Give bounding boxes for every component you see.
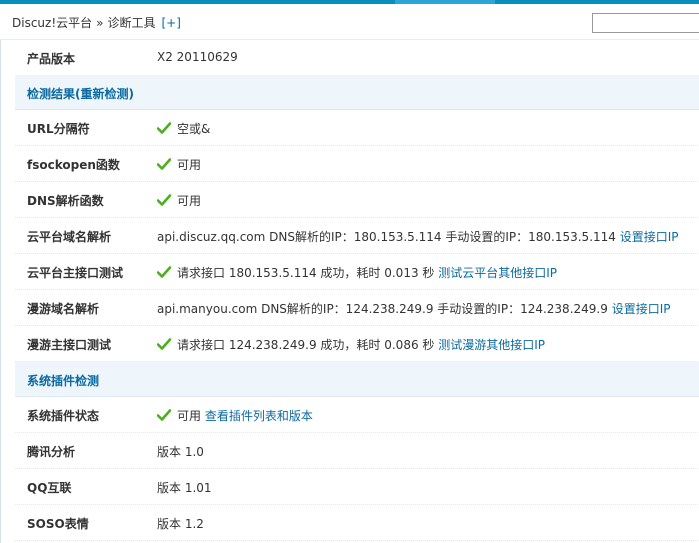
check-icon bbox=[157, 194, 171, 206]
check-icon bbox=[157, 409, 171, 421]
row-value: 版本 1.2 bbox=[157, 517, 204, 531]
row-value: 版本 1.01 bbox=[157, 481, 212, 495]
diagnostics-panel: 产品版本 X2 20110629 检测结果(重新检测) URL分隔符 空或& f… bbox=[0, 40, 699, 543]
row-value-text: 可用 bbox=[177, 409, 202, 423]
row-fsockopen: fsockopen函数 可用 bbox=[15, 146, 699, 182]
search-input[interactable] bbox=[592, 13, 699, 33]
row-label: 漫游主接口测试 bbox=[27, 338, 112, 352]
row-value-text: 请求接口 180.153.5.114 成功，耗时 0.013 秒 bbox=[177, 266, 435, 280]
breadcrumb: Discuz!云平台 » 诊断工具 [+] bbox=[12, 14, 181, 31]
section-title-recheck[interactable]: 检测结果(重新检测) bbox=[27, 85, 134, 102]
row-manyou-api-test: 漫游主接口测试 请求接口 124.238.249.9 成功，耗时 0.086 秒… bbox=[15, 326, 699, 362]
row-tencent-analytics: 腾讯分析 版本 1.0 bbox=[15, 433, 699, 469]
row-qq-connect: QQ互联 版本 1.01 bbox=[15, 469, 699, 505]
row-label: 云平台主接口测试 bbox=[27, 266, 124, 280]
view-plugin-list-link[interactable]: 查看插件列表和版本 bbox=[205, 409, 313, 423]
row-value: 请求接口 180.153.5.114 成功，耗时 0.013 秒 测试云平台其他… bbox=[157, 264, 557, 281]
row-product-version: 产品版本 X2 20110629 bbox=[15, 40, 699, 76]
expand-button[interactable]: [+] bbox=[162, 16, 181, 30]
row-value: 可用 bbox=[157, 192, 201, 209]
row-label: 产品版本 bbox=[27, 52, 76, 66]
row-value: 空或& bbox=[157, 120, 210, 137]
section-title: 系统插件检测 bbox=[27, 374, 100, 388]
row-value: 版本 1.0 bbox=[157, 445, 204, 459]
row-label: fsockopen函数 bbox=[27, 158, 120, 172]
row-value-text: 请求接口 124.238.249.9 成功，耗时 0.086 秒 bbox=[177, 338, 435, 352]
row-label: 腾讯分析 bbox=[27, 445, 76, 459]
row-label: DNS解析函数 bbox=[27, 194, 104, 208]
row-value-text: api.discuz.qq.com DNS解析的IP：180.153.5.114… bbox=[157, 230, 616, 244]
row-label: URL分隔符 bbox=[27, 122, 90, 136]
row-value: api.discuz.qq.com DNS解析的IP：180.153.5.114… bbox=[157, 228, 679, 245]
row-dns-function: DNS解析函数 可用 bbox=[15, 182, 699, 218]
row-value: X2 20110629 bbox=[157, 50, 238, 64]
row-label: 云平台域名解析 bbox=[27, 230, 112, 244]
set-cloud-ip-link[interactable]: 设置接口IP bbox=[620, 230, 679, 244]
row-cloud-api-test: 云平台主接口测试 请求接口 180.153.5.114 成功，耗时 0.013 … bbox=[15, 254, 699, 290]
row-soso-smilies: SOSO表情 版本 1.2 bbox=[15, 505, 699, 541]
row-label: SOSO表情 bbox=[27, 517, 89, 531]
section-system-plugins: 系统插件检测 bbox=[15, 362, 699, 397]
row-cloud-dns: 云平台域名解析 api.discuz.qq.com DNS解析的IP：180.1… bbox=[15, 218, 699, 254]
row-value-text: 空或& bbox=[177, 122, 211, 136]
row-label: 系统插件状态 bbox=[27, 409, 100, 423]
row-plugin-status: 系统插件状态 可用 查看插件列表和版本 bbox=[15, 397, 699, 433]
row-value: api.manyou.com DNS解析的IP：124.238.249.9 手动… bbox=[157, 300, 670, 317]
row-value: 可用 查看插件列表和版本 bbox=[157, 407, 313, 424]
test-manyou-other-ip-link[interactable]: 测试漫游其他接口IP bbox=[438, 338, 545, 352]
row-manyou-dns: 漫游域名解析 api.manyou.com DNS解析的IP：124.238.2… bbox=[15, 290, 699, 326]
breadcrumb-current: 诊断工具 bbox=[107, 16, 156, 30]
check-icon bbox=[157, 158, 171, 170]
test-cloud-other-ip-link[interactable]: 测试云平台其他接口IP bbox=[438, 266, 557, 280]
set-manyou-ip-link[interactable]: 设置接口IP bbox=[612, 302, 671, 316]
row-url-separator: URL分隔符 空或& bbox=[15, 110, 699, 146]
check-icon bbox=[157, 266, 171, 278]
row-value-text: 可用 bbox=[177, 194, 202, 208]
row-value-text: 可用 bbox=[177, 158, 202, 172]
header: Discuz!云平台 » 诊断工具 [+] bbox=[0, 4, 699, 40]
check-icon bbox=[157, 338, 171, 350]
breadcrumb-root[interactable]: Discuz!云平台 bbox=[12, 16, 92, 30]
row-value: 请求接口 124.238.249.9 成功，耗时 0.086 秒 测试漫游其他接… bbox=[157, 336, 545, 353]
section-check-results: 检测结果(重新检测) bbox=[15, 75, 699, 110]
row-label: 漫游域名解析 bbox=[27, 302, 100, 316]
check-icon bbox=[157, 122, 171, 134]
breadcrumb-separator: » bbox=[96, 16, 104, 30]
row-value-text: api.manyou.com DNS解析的IP：124.238.249.9 手动… bbox=[157, 302, 608, 316]
row-label: QQ互联 bbox=[27, 481, 72, 495]
row-value: 可用 bbox=[157, 156, 201, 173]
